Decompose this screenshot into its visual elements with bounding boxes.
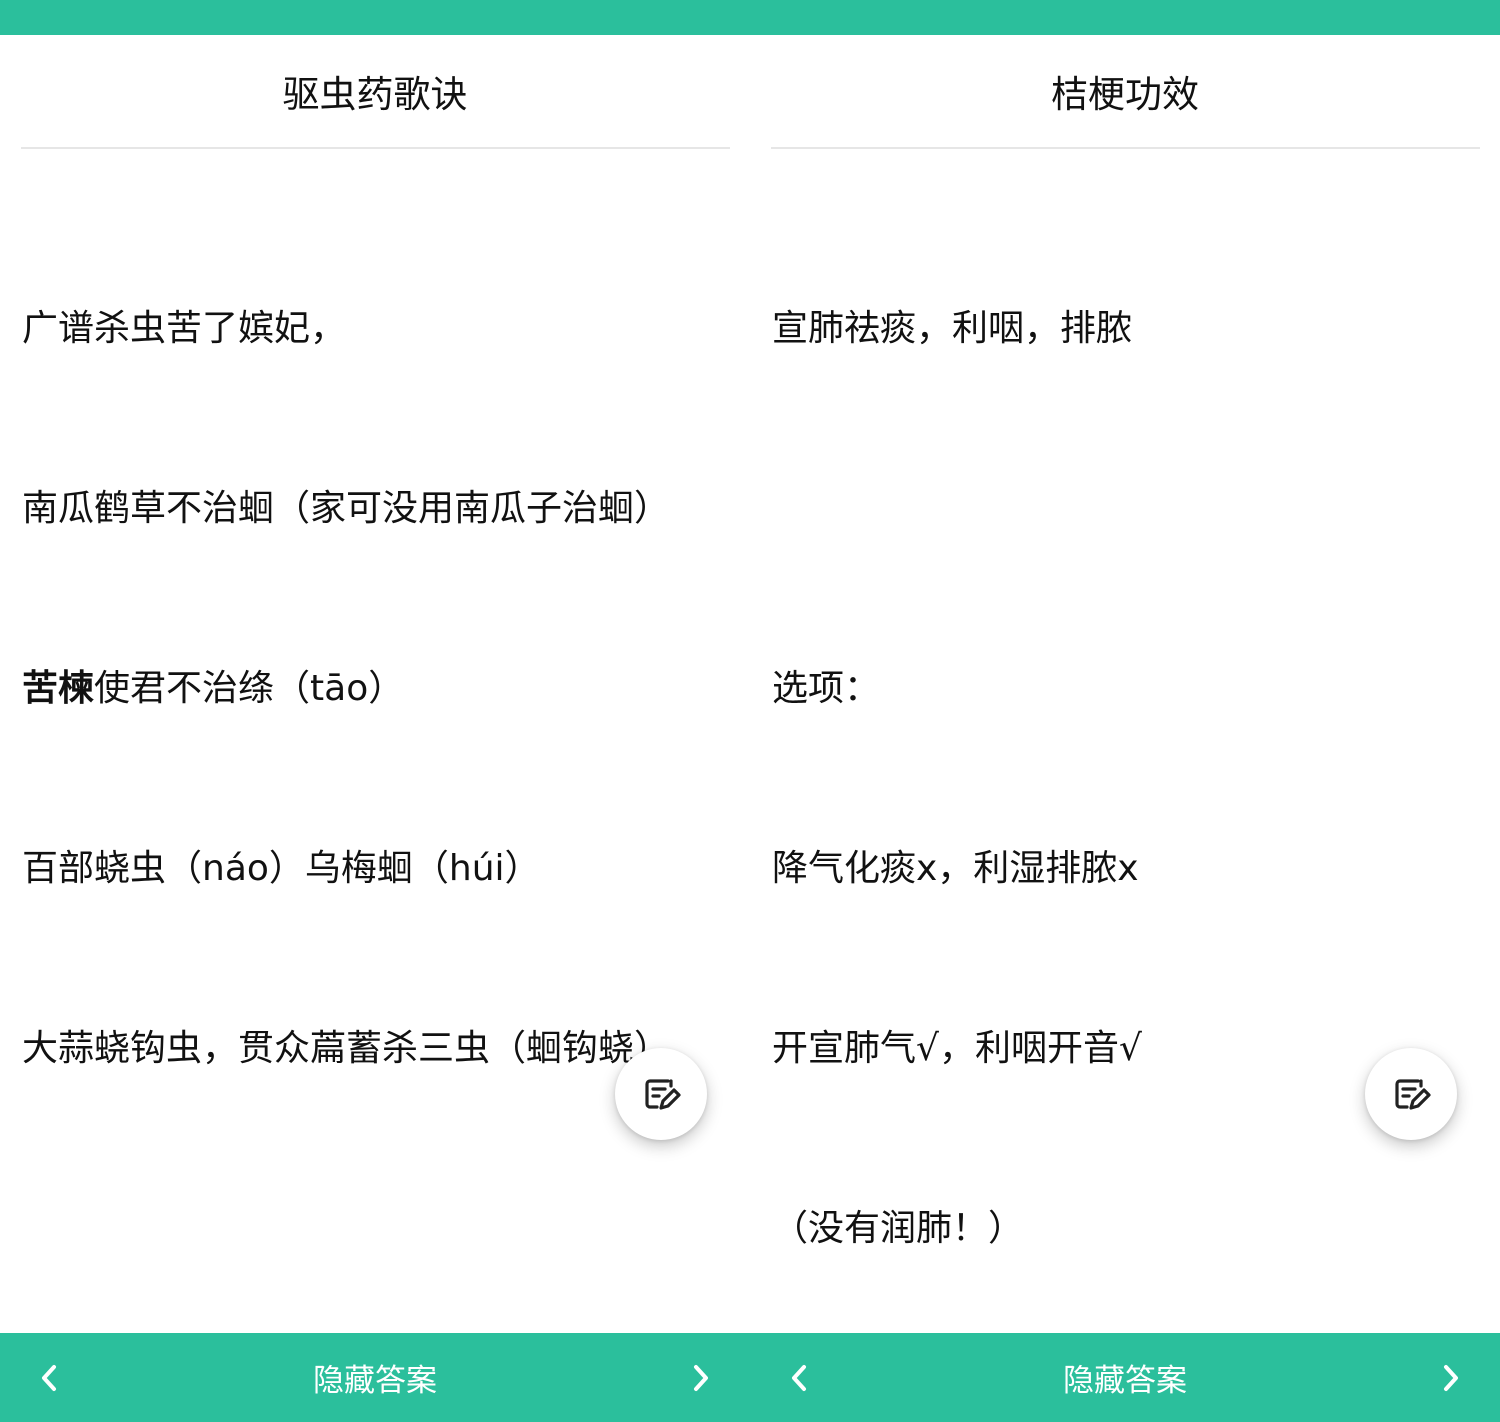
title-divider	[21, 147, 730, 149]
answer-line	[772, 479, 1480, 539]
chevron-right-icon	[1444, 1364, 1458, 1391]
previous-card-button[interactable]	[5, 1333, 95, 1422]
answer-line: 降气化痰x，利湿排脓x	[772, 848, 1139, 889]
answer-line-text: 广谱杀虫苦了嫔妃，	[22, 308, 347, 349]
chevron-left-icon	[792, 1364, 806, 1391]
chevron-right-icon	[694, 1364, 708, 1391]
next-card-button[interactable]	[655, 1333, 745, 1422]
previous-card-button[interactable]	[755, 1333, 845, 1422]
edit-note-button[interactable]	[615, 1048, 707, 1140]
bottom-action-bar: 隐藏答案	[0, 1333, 750, 1422]
answer-line: 苦楝使君不治绦（tāo）	[22, 659, 730, 719]
hide-answer-button[interactable]: 隐藏答案	[950, 1333, 1300, 1422]
answer-line-text: 使君不治绦（tāo）	[94, 668, 405, 709]
answer-line-bold: 苦楝	[22, 668, 95, 709]
hide-answer-button[interactable]: 隐藏答案	[200, 1333, 550, 1422]
title-divider	[771, 147, 1480, 149]
card-title: 桔梗功效	[1051, 73, 1199, 116]
flashcard-left: 驱虫药歌诀 广谱杀虫苦了嫔妃， 南瓜鹤草不治蛔（家可没用南瓜子治蛔） 苦楝使君不…	[0, 35, 750, 1333]
edit-note-icon	[645, 1079, 681, 1110]
status-bar	[0, 0, 1500, 35]
bottom-action-bar: 隐藏答案	[750, 1333, 1500, 1422]
answer-line: 选项：	[772, 668, 881, 709]
card-title: 驱虫药歌诀	[282, 73, 468, 116]
answer-line-text: 南瓜鹤草不治蛔（家可没用南瓜子治蛔）	[22, 488, 671, 529]
chevron-left-icon	[42, 1364, 56, 1391]
flashcard-right: 桔梗功效 宣肺祛痰，利咽，排脓 选项： 降气化痰x，利湿排脓x 开宣肺气√，利咽…	[750, 35, 1500, 1333]
answer-line-text: 百部蛲虫（náo）乌梅蛔（húi）	[22, 848, 541, 889]
answer-line: 南瓜鹤草不治蛔（家可没用南瓜子治蛔）	[22, 479, 730, 539]
card-answer-text: 广谱杀虫苦了嫔妃， 南瓜鹤草不治蛔（家可没用南瓜子治蛔） 苦楝使君不治绦（tāo…	[22, 179, 730, 1199]
answer-line: 宣肺祛痰，利咽，排脓	[772, 308, 1133, 349]
next-card-button[interactable]	[1405, 1333, 1495, 1422]
answer-line: （没有润肺！）	[772, 1208, 1025, 1249]
card-answer-text: 宣肺祛痰，利咽，排脓 选项： 降气化痰x，利湿排脓x 开宣肺气√，利咽开音√ （…	[772, 179, 1480, 1379]
edit-note-button[interactable]	[1365, 1048, 1457, 1140]
answer-line-text: 大蒜蛲钩虫，贯众萹蓄杀三虫（蛔钩蛲）	[22, 1028, 671, 1069]
answer-line: 广谱杀虫苦了嫔妃，	[22, 299, 730, 359]
edit-note-icon	[1395, 1079, 1431, 1110]
answer-line: 百部蛲虫（náo）乌梅蛔（húi）	[22, 839, 730, 899]
